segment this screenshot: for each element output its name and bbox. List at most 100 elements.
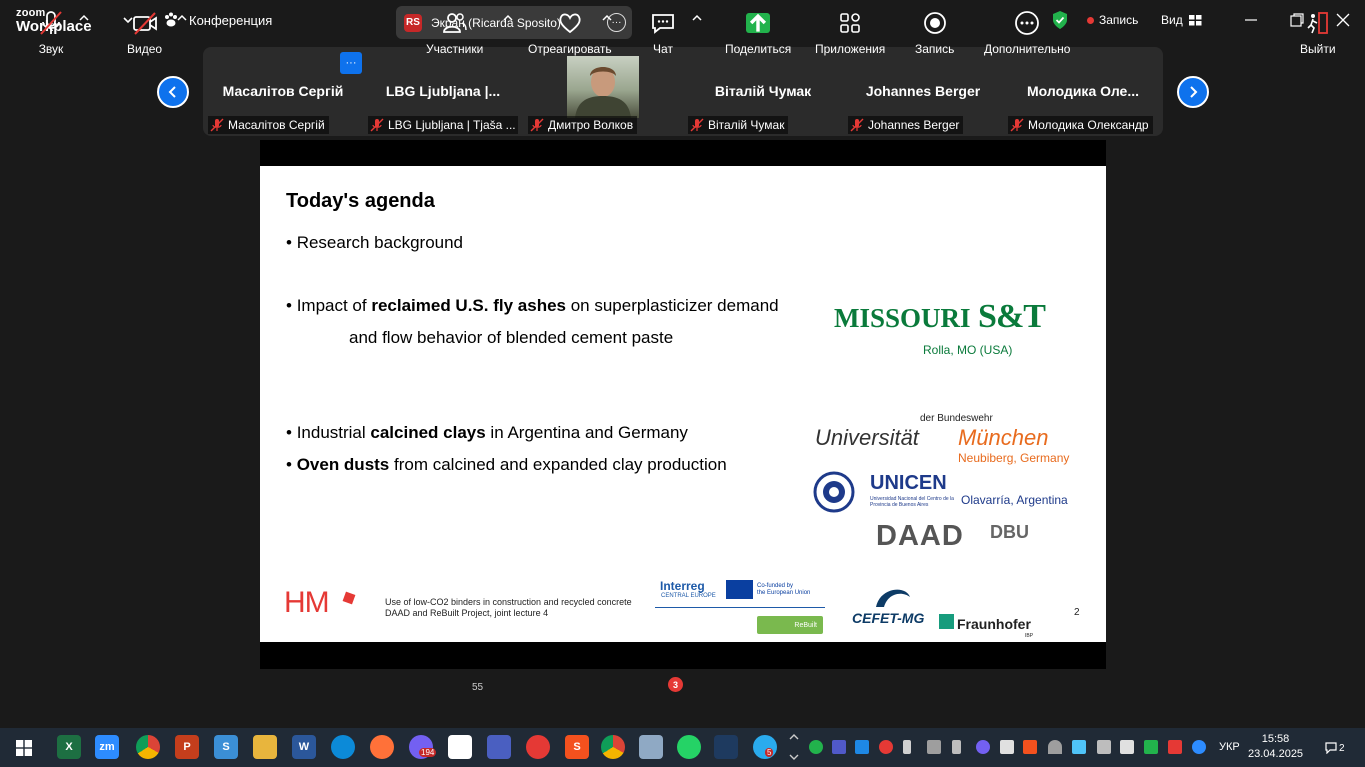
logo-caption: Olavarría, Argentina — [961, 493, 1068, 507]
clock[interactable]: 15:58 23.04.2025 — [1248, 732, 1303, 763]
tray-app-icon[interactable] — [1072, 740, 1086, 754]
participant-name: LBG Ljubljana |... — [385, 83, 501, 99]
save-app-icon[interactable] — [487, 735, 511, 759]
viber-badge: 194 — [419, 748, 437, 757]
participant-tag: Молодика Олександр — [1008, 116, 1153, 134]
word-icon[interactable]: W — [292, 735, 316, 759]
chevron-up-icon[interactable] — [602, 13, 612, 23]
notification-center-button[interactable]: 2 — [1325, 740, 1345, 756]
zoom-taskbar-icon[interactable]: zm — [95, 735, 119, 759]
interreg-logo: Interreg — [660, 579, 705, 593]
participant-name: Віталій Чумак — [714, 83, 812, 99]
participant-tile[interactable]: Віталій Чумак Віталій Чумак — [684, 47, 842, 136]
participant-tag: Масалітов Сергій — [208, 116, 329, 134]
app-s-icon[interactable]: S — [214, 735, 238, 759]
share-button[interactable]: Поделиться — [725, 10, 791, 56]
whatsapp-icon[interactable] — [677, 735, 701, 759]
participant-tag: Віталій Чумак — [688, 116, 789, 134]
divider — [655, 607, 825, 608]
unicen-logo: UNICEN — [870, 472, 947, 494]
recording-indicator[interactable]: Запись — [1087, 13, 1138, 27]
video-button[interactable]: Видео — [127, 10, 162, 56]
speaker-icon[interactable] — [1120, 740, 1134, 754]
display-icon[interactable] — [927, 740, 941, 754]
participants-button[interactable]: Участники — [426, 10, 483, 56]
chevron-up-icon[interactable] — [79, 13, 89, 23]
participant-tile[interactable]: LBG Ljubljana |... LBG Ljubljana | Tjaša… — [364, 47, 522, 136]
hm-logo-mark — [342, 591, 356, 605]
notification-icon — [1325, 742, 1337, 754]
tile-more-button[interactable]: ··· — [340, 52, 362, 74]
view-button[interactable]: Вид — [1161, 13, 1202, 27]
dbu-logo: DBU — [990, 522, 1029, 542]
tray-app-icon[interactable] — [855, 740, 869, 754]
leave-door-icon — [1307, 12, 1328, 34]
share-screen-icon — [746, 13, 771, 33]
excel-icon[interactable]: X — [57, 735, 81, 759]
tray-check-icon[interactable] — [809, 740, 823, 754]
unibw-logo: Universität — [815, 425, 919, 450]
chevron-up-icon[interactable] — [503, 13, 513, 23]
unibw-logo-city: München — [958, 425, 1049, 450]
logo-caption: der Bundeswehr — [920, 413, 993, 424]
shield-tray-icon[interactable] — [1144, 740, 1158, 754]
leave-button[interactable]: Выйти — [1300, 10, 1336, 56]
chevron-up-icon[interactable] — [177, 13, 187, 23]
zoom-tray-icon[interactable] — [1192, 740, 1206, 754]
app-wave-icon[interactable] — [714, 735, 738, 759]
teams-icon[interactable] — [832, 740, 846, 754]
participant-tile[interactable]: Молодика Оле... Молодика Олександр — [1004, 47, 1162, 136]
app-red-icon[interactable] — [526, 735, 550, 759]
next-page-button[interactable] — [1177, 76, 1209, 108]
apps-button[interactable]: Приложения — [815, 10, 885, 56]
unicen-seal-icon — [813, 471, 855, 513]
edge-icon[interactable] — [331, 735, 355, 759]
react-button[interactable]: Отреагировать — [528, 10, 612, 56]
logo-caption: Rolla, MO (USA) — [923, 343, 1013, 357]
chat-bubble-icon — [652, 14, 674, 34]
participant-tile[interactable]: Johannes Berger Johannes Berger — [844, 47, 1002, 136]
speaker-muted-icon[interactable] — [1168, 740, 1182, 754]
language-indicator[interactable]: УКР — [1219, 741, 1240, 753]
logo-caption: Co-funded by the European Union — [757, 583, 811, 597]
microphone-icon[interactable] — [903, 740, 911, 754]
tray-s-icon[interactable] — [1023, 740, 1037, 754]
minimize-icon[interactable] — [1243, 12, 1259, 28]
chat-button[interactable]: Чат — [650, 10, 676, 56]
participant-tile[interactable]: Масалітов Сергій Масалітов Сергій — [204, 47, 362, 136]
tray-app-icon[interactable] — [879, 740, 893, 754]
chrome-profile-icon[interactable] — [601, 735, 625, 759]
daad-logo: DAAD — [876, 520, 964, 552]
taskbar-scroll-icon[interactable] — [789, 731, 799, 763]
more-button[interactable]: Дополнительно — [984, 10, 1070, 56]
app-s-red-icon[interactable]: S — [565, 735, 589, 759]
prev-page-button[interactable] — [157, 76, 189, 108]
powerpoint-icon[interactable]: P — [175, 735, 199, 759]
chevron-left-icon — [168, 86, 176, 98]
participant-tile[interactable]: Дмитро Волков — [524, 47, 682, 136]
folder-icon[interactable] — [253, 735, 277, 759]
grid-icon — [1188, 14, 1202, 25]
firefox-icon[interactable] — [370, 735, 394, 759]
windows-start-icon[interactable] — [16, 740, 32, 756]
agenda-item-continued: and flow behavior of blended cement past… — [349, 328, 674, 347]
participant-tag: LBG Ljubljana | Tjaša ... — [368, 116, 518, 134]
chevron-up-icon[interactable] — [692, 13, 702, 23]
close-icon[interactable] — [1335, 12, 1351, 28]
usb-icon[interactable] — [952, 740, 961, 754]
wifi-icon[interactable] — [1048, 740, 1062, 754]
mic-muted-icon — [1010, 118, 1024, 132]
document-icon[interactable] — [448, 735, 472, 759]
app-gray-icon[interactable] — [639, 735, 663, 759]
logo-caption: CENTRAL EUROPE — [661, 593, 716, 599]
participant-tag: Johannes Berger — [848, 116, 964, 134]
record-icon — [923, 12, 946, 34]
agenda-item: • Oven dusts from calcined and expanded … — [286, 455, 727, 474]
viber-tray-icon[interactable] — [976, 740, 990, 754]
mic-muted-icon — [850, 118, 864, 132]
audio-button[interactable]: Звук — [38, 10, 64, 56]
battery-icon[interactable] — [1000, 740, 1014, 754]
record-button[interactable]: Запись — [915, 10, 954, 56]
chrome-icon[interactable] — [136, 735, 160, 759]
network-icon[interactable] — [1097, 740, 1111, 754]
